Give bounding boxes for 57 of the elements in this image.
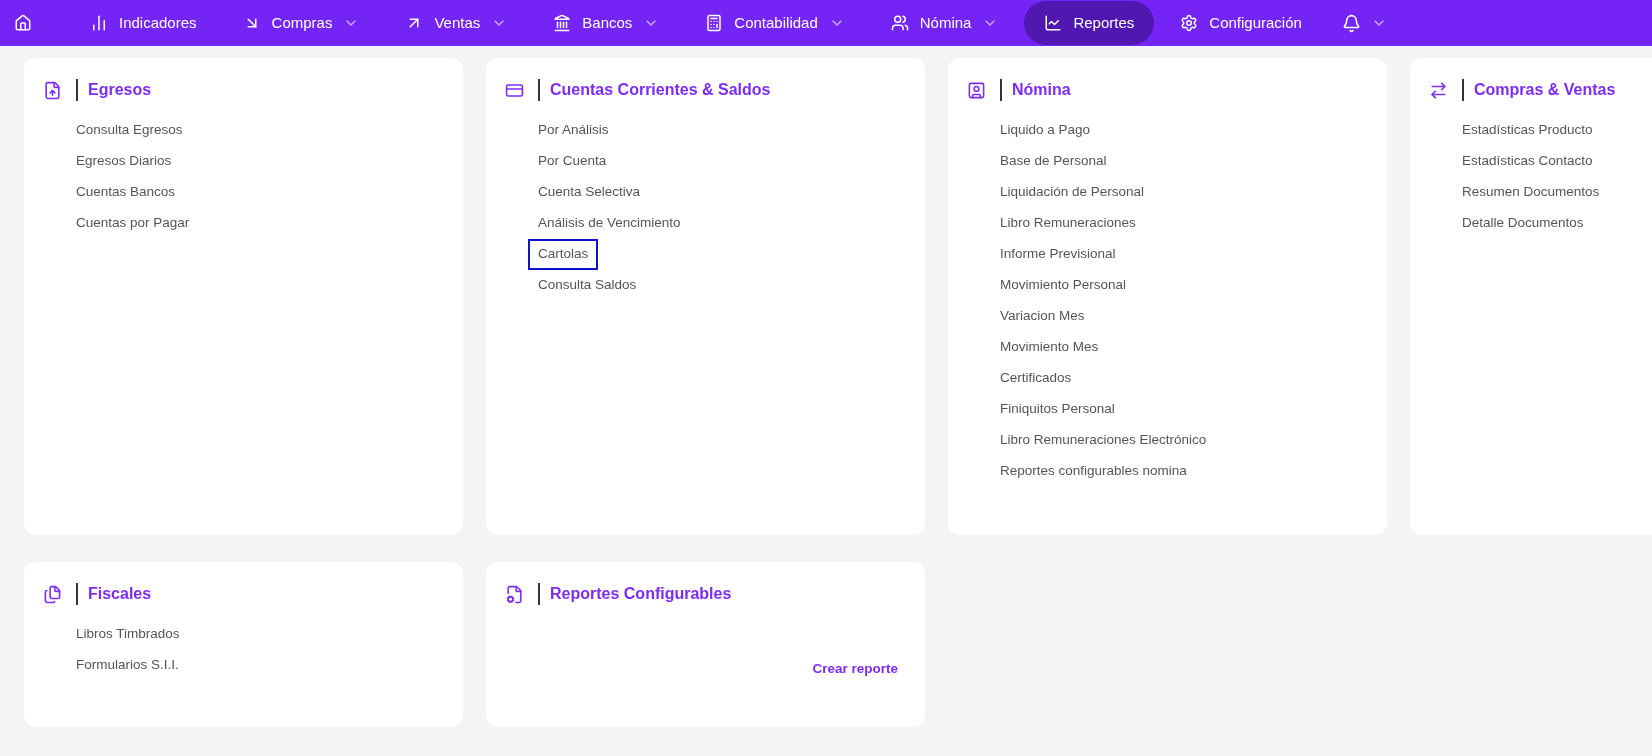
report-link[interactable]: Libros Timbrados — [68, 621, 188, 648]
home-icon — [14, 14, 32, 32]
file-upload-icon — [43, 80, 62, 100]
report-link[interactable]: Cartolas — [530, 241, 597, 268]
nav-menu-item[interactable]: Configuración — [1160, 1, 1322, 45]
card-title: Reportes Configurables — [550, 584, 732, 604]
home-button[interactable] — [14, 14, 32, 32]
report-link[interactable]: Informe Previsional — [992, 241, 1124, 268]
report-link[interactable]: Análisis de Vencimiento — [530, 210, 689, 237]
card-title: Compras & Ventas — [1474, 80, 1616, 100]
report-link[interactable]: Consulta Egresos — [68, 117, 191, 144]
report-link[interactable]: Cuentas Bancos — [68, 179, 184, 206]
report-link[interactable]: Resumen Documentos — [1454, 179, 1608, 206]
report-link[interactable]: Libro Remuneraciones — [992, 210, 1144, 237]
swap-arrows-icon — [1429, 80, 1448, 100]
nav-menu-item[interactable]: Contabilidad — [685, 1, 865, 45]
report-link[interactable]: Cuentas por Pagar — [68, 210, 198, 237]
report-link[interactable]: Cuenta Selectiva — [530, 179, 649, 206]
create-report-link[interactable]: Crear reporte — [812, 659, 898, 680]
bar-chart-icon — [90, 14, 108, 32]
report-link[interactable]: Movimiento Personal — [992, 272, 1135, 299]
report-link[interactable]: Liquidación de Personal — [992, 179, 1153, 206]
report-link[interactable]: Por Análisis — [530, 117, 617, 144]
user-badge-icon — [967, 80, 986, 100]
nav-menu-item[interactable]: Compras — [222, 1, 380, 45]
nav-menu-item[interactable]: Nómina — [870, 1, 1019, 45]
card-title: Cuentas Corrientes & Saldos — [550, 80, 771, 100]
report-link[interactable]: Finiquitos Personal — [992, 396, 1123, 423]
files-icon — [43, 584, 62, 604]
calculator-icon — [705, 14, 724, 32]
settings-icon — [1180, 14, 1199, 32]
report-link[interactable]: Egresos Diarios — [68, 148, 180, 175]
report-link[interactable]: Certificados — [992, 365, 1080, 392]
nav-menu-item[interactable]: Reportes — [1024, 1, 1155, 45]
nav-menu-item[interactable]: Bancos — [533, 1, 680, 45]
report-link[interactable]: Formularios S.I.I. — [68, 652, 187, 679]
report-link[interactable]: Libro Remuneraciones Electrónico — [992, 427, 1215, 454]
report-link[interactable]: Reportes configurables nomina — [992, 458, 1195, 485]
report-link[interactable]: Variacion Mes — [992, 303, 1093, 330]
report-link[interactable]: Estadísticas Contacto — [1454, 148, 1601, 175]
bell-icon — [1341, 13, 1361, 33]
nav-menu-item[interactable]: Ventas — [385, 1, 528, 45]
report-link[interactable]: Por Cuenta — [530, 148, 615, 175]
card-title: Nómina — [1012, 80, 1071, 100]
file-gear-icon — [505, 584, 524, 604]
report-link[interactable]: Movimiento Mes — [992, 334, 1107, 361]
report-link[interactable]: Detalle Documentos — [1454, 210, 1592, 237]
report-link[interactable]: Consulta Saldos — [530, 272, 645, 299]
report-link[interactable]: Base de Personal — [992, 148, 1115, 175]
card-title: Egresos — [88, 80, 152, 100]
users-icon — [890, 14, 909, 32]
line-chart-icon — [1044, 14, 1063, 32]
report-link[interactable]: Liquido a Pago — [992, 117, 1099, 144]
bank-icon — [553, 14, 572, 32]
card-title: Fiscales — [88, 584, 152, 604]
report-link[interactable]: Estadísticas Producto — [1454, 117, 1601, 144]
nav-menu-item[interactable]: Indicadores — [70, 1, 217, 45]
